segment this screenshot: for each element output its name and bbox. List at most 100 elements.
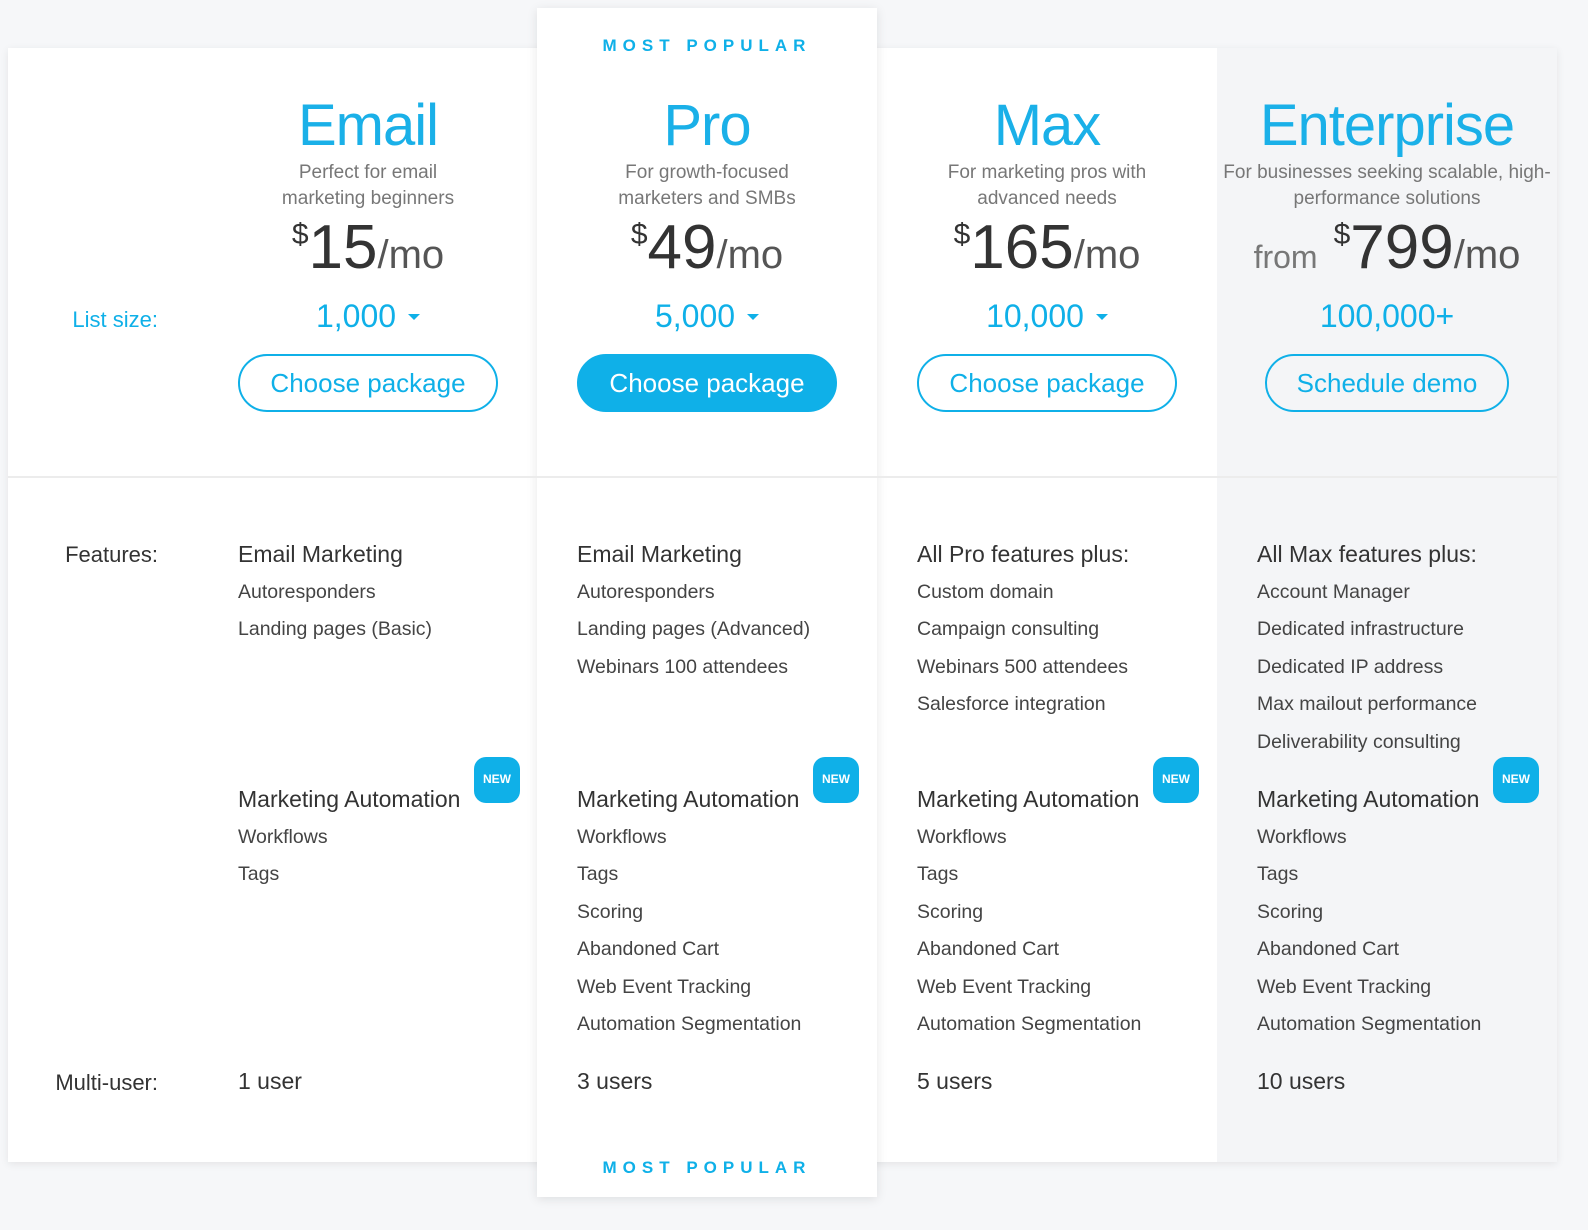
automation-item: Workflows <box>917 825 1007 848</box>
feature-item: Landing pages (Basic) <box>238 618 433 640</box>
list-size-value: 100,000+ <box>1319 298 1455 334</box>
feature-item: Webinars 100 attendees <box>577 655 789 678</box>
plan-name: Max <box>993 93 1102 158</box>
price-period: /mo <box>377 233 445 277</box>
users-count: 10 users <box>1257 1068 1346 1094</box>
automation-list: NEW Marketing Automation Workflows Tags Sco… <box>577 757 859 1044</box>
price-period: /mo <box>1453 233 1521 277</box>
plan-price: $165/mo <box>877 212 1217 283</box>
plan-name: Pro <box>663 93 751 158</box>
automation-item: Workflows <box>1257 825 1347 848</box>
feature-item: Campaign consulting <box>917 618 1100 640</box>
feature-item: Dedicated infrastructure <box>1257 618 1465 640</box>
feature-item: Account Manager <box>1257 580 1410 603</box>
currency: $ <box>630 218 648 251</box>
feature-item: Webinars 500 attendees <box>917 655 1129 678</box>
automation-item: Scoring <box>917 900 984 923</box>
choose-package-button[interactable]: Choose package <box>917 354 1177 412</box>
feature-item: Autoresponders <box>238 580 376 603</box>
feature-item: Dedicated IP address <box>1257 655 1444 678</box>
choose-package-button[interactable]: Choose package <box>238 354 498 412</box>
price-period: /mo <box>1073 233 1141 277</box>
new-badge: NEW <box>474 757 520 803</box>
features-list: All Max features plus: Account Manager Ded… <box>1257 536 1477 761</box>
automation-item: Web Event Tracking <box>577 975 752 998</box>
list-size-select[interactable]: 1,000 <box>198 298 538 335</box>
caret-down-icon <box>1095 313 1108 320</box>
users-count: 3 users <box>577 1068 653 1094</box>
automation-heading: Marketing Automation <box>238 786 461 812</box>
automation-item: Scoring <box>1257 900 1324 923</box>
list-size-select[interactable]: 10,000 <box>877 298 1217 335</box>
currency: $ <box>291 218 309 251</box>
plan-name: Email <box>297 93 439 158</box>
price-amount: 799 <box>1350 213 1454 282</box>
choose-package-button[interactable]: Choose package <box>577 354 837 412</box>
price-amount: 49 <box>647 213 717 282</box>
plan-description: Perfect for email marketing beginners <box>281 162 455 209</box>
list-size-select[interactable]: 5,000 <box>537 298 877 335</box>
plan-pro: Pro For growth-focused marketers and SMB… <box>537 0 877 1230</box>
plan-description: For businesses seeking scalable, high-pe… <box>1223 162 1551 209</box>
feature-item: Landing pages (Advanced) <box>577 618 811 640</box>
automation-item: Workflows <box>238 825 328 848</box>
automation-list: NEW Marketing Automation Workflows Tags Sco… <box>917 757 1199 1044</box>
features-heading: Email Marketing <box>577 541 742 567</box>
automation-heading: Marketing Automation <box>917 786 1140 812</box>
new-badge: NEW <box>813 757 859 803</box>
feature-item: Autoresponders <box>577 580 715 603</box>
list-size-value: 5,000 <box>654 298 736 334</box>
caret-down-icon <box>408 313 421 320</box>
currency: $ <box>953 218 971 251</box>
features-list: Email Marketing Autoresponders Landing pag… <box>577 536 810 686</box>
automation-item: Abandoned Cart <box>1257 938 1400 960</box>
plan-name: Enterprise <box>1259 93 1515 158</box>
plan-price: $15/mo <box>198 212 538 283</box>
automation-item: Tags <box>577 863 619 885</box>
features-list: Email Marketing Autoresponders Landing pag… <box>238 536 432 649</box>
list-size-label: List size: <box>72 307 158 332</box>
automation-item: Tags <box>238 863 280 885</box>
price-prefix: from <box>1253 239 1318 275</box>
automation-item: Automation Segmentation <box>917 1013 1142 1035</box>
automation-heading: Marketing Automation <box>577 786 800 812</box>
caret-down-icon <box>747 313 760 320</box>
plan-email: Email Perfect for email marketing beginn… <box>198 0 538 1230</box>
feature-item: Deliverability consulting <box>1257 730 1461 753</box>
automation-item: Workflows <box>577 825 667 848</box>
automation-item: Scoring <box>577 900 644 923</box>
currency: $ <box>1333 218 1351 251</box>
plan-max: Max For marketing pros with advanced nee… <box>877 0 1217 1230</box>
plan-enterprise: Enterprise For businesses seeking scalab… <box>1217 0 1557 1230</box>
features-heading: All Max features plus: <box>1257 541 1477 567</box>
automation-item: Abandoned Cart <box>917 938 1060 960</box>
plan-description: For growth-focused marketers and SMBs <box>618 162 796 209</box>
automation-item: Tags <box>1257 863 1299 885</box>
plan-description: For marketing pros with advanced needs <box>947 162 1147 209</box>
automation-item: Automation Segmentation <box>577 1013 802 1035</box>
automation-item: Automation Segmentation <box>1257 1013 1482 1035</box>
automation-heading: Marketing Automation <box>1257 786 1480 812</box>
automation-item: Web Event Tracking <box>917 975 1092 998</box>
automation-list: NEW Marketing Automation Workflows Tags <box>238 757 520 894</box>
feature-item: Max mailout performance <box>1257 693 1478 715</box>
users-count: 5 users <box>917 1068 993 1094</box>
features-heading: All Pro features plus: <box>917 541 1130 567</box>
automation-item: Tags <box>917 863 959 885</box>
users-count: 1 user <box>238 1068 302 1094</box>
plan-price: $49/mo <box>537 212 877 283</box>
list-size-select: 100,000+ <box>1217 298 1557 335</box>
list-size-value: 1,000 <box>315 298 397 334</box>
features-heading: Email Marketing <box>238 541 403 567</box>
multi-user-label: Multi-user: <box>55 1070 158 1095</box>
automation-list: NEW Marketing Automation Workflows Tags Sco… <box>1257 757 1539 1044</box>
price-amount: 165 <box>970 213 1074 282</box>
new-badge: NEW <box>1153 757 1199 803</box>
features-list: All Pro features plus: Custom domain Campa… <box>917 536 1129 724</box>
feature-item: Custom domain <box>917 580 1054 603</box>
automation-item: Web Event Tracking <box>1257 975 1432 998</box>
list-size-value: 10,000 <box>986 298 1084 334</box>
automation-item: Abandoned Cart <box>577 938 720 960</box>
price-amount: 15 <box>308 213 378 282</box>
schedule-demo-button[interactable]: Schedule demo <box>1265 354 1509 412</box>
